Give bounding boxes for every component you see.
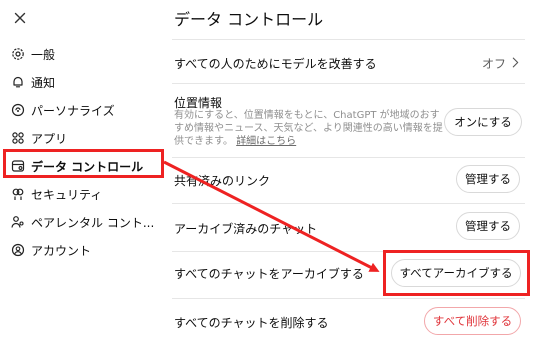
archive-all-label: すべてのチャットをアーカイブする [174, 267, 364, 281]
gear-icon [11, 47, 25, 61]
enable-location-button[interactable]: オンにする [444, 108, 522, 136]
close-icon[interactable] [12, 10, 28, 26]
improve-model-label: すべての人のためにモデルを改善する [174, 57, 377, 71]
manage-archived-chats-button[interactable]: 管理する [456, 212, 520, 240]
sidebar-item-account[interactable]: アカウント [0, 236, 160, 264]
settings-dialog: 一般 通知 パーソナライズ アプリ データ コントロール セキュリティ ペアレン… [0, 0, 535, 343]
manage-shared-links-button[interactable]: 管理する [456, 165, 520, 193]
sidebar-item-label: セキュリティ [31, 187, 103, 202]
improve-model-value: オフ [481, 57, 506, 71]
improve-model-setting[interactable]: オフ [482, 55, 519, 72]
archived-chats-label: アーカイブ済みのチャット [174, 222, 318, 236]
sidebar-item-label: 通知 [31, 75, 56, 90]
sidebar-item-label: 一般 [31, 47, 56, 62]
shared-links-label: 共有済みのリンク [174, 174, 271, 188]
sidebar-item-general[interactable]: 一般 [0, 40, 160, 68]
sidebar-item-notifications[interactable]: 通知 [0, 68, 160, 96]
page-title: データ コントロール [174, 10, 324, 29]
sidebar-item-label: アカウント [31, 243, 92, 258]
parental-icon [11, 215, 25, 229]
sidebar-item-parental-controls[interactable]: ペアレンタル コント... [0, 208, 160, 236]
divider [172, 39, 525, 40]
sidebar-item-personalize[interactable]: パーソナライズ [0, 96, 160, 124]
sidebar-item-security[interactable]: セキュリティ [0, 180, 160, 208]
bell-icon [11, 75, 25, 89]
sidebar-item-label: ペアレンタル コント... [31, 215, 155, 230]
archive-all-highlight-box [383, 250, 530, 296]
sidebar-item-apps[interactable]: アプリ [0, 124, 160, 152]
location-description: 有効にすると、位置情報をもとに、ChatGPT が地域のおすすめ情報やニュース、… [174, 109, 444, 148]
divider [172, 203, 525, 204]
account-icon [11, 243, 25, 257]
delete-all-label: すべてのチャットを削除する [174, 316, 329, 330]
personalize-icon [11, 103, 25, 117]
sidebar-item-label: パーソナライズ [31, 103, 115, 118]
chevron-right-icon [512, 57, 519, 71]
divider [172, 298, 525, 299]
location-description-text: 有効にすると、位置情報をもとに、ChatGPT が地域のおすすめ情報やニュース、… [174, 110, 443, 147]
apps-icon [11, 131, 25, 145]
sidebar-item-label: アプリ [31, 131, 68, 146]
security-icon [11, 187, 25, 201]
divider [172, 83, 525, 84]
sidebar-highlight-box [3, 149, 164, 178]
delete-all-button[interactable]: すべて削除する [424, 307, 521, 335]
divider [172, 157, 525, 158]
learn-more-link[interactable]: 詳細はこちら [236, 136, 296, 147]
